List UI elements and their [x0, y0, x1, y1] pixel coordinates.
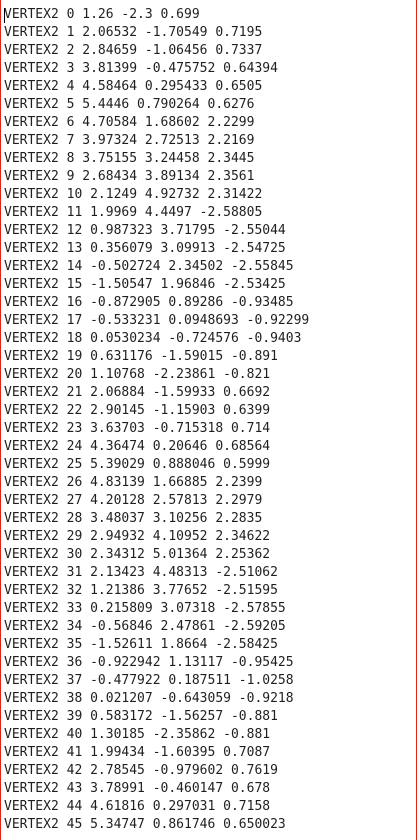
text-editor[interactable]: VERTEX2 0 1.26 -2.3 0.699 VERTEX2 1 2.06…: [0, 0, 417, 840]
text-line: VERTEX2 20 1.10768 -2.23861 -0.821: [4, 367, 271, 382]
text-line: VERTEX2 39 0.583172 -1.56257 -0.881: [4, 709, 278, 724]
text-line: VERTEX2 29 2.94932 4.10952 2.34622: [4, 529, 271, 544]
text-line: VERTEX2 24 4.36474 0.20646 0.68564: [4, 439, 271, 454]
text-line: VERTEX2 33 0.215809 3.07318 -2.57855: [4, 601, 286, 616]
text-line: VERTEX2 44 4.61816 0.297031 0.7158: [4, 799, 271, 814]
text-line: VERTEX2 16 -0.872905 0.89286 -0.93485: [4, 295, 294, 310]
text-line: VERTEX2 45 5.34747 0.861746 0.650023: [4, 817, 286, 832]
text-line: VERTEX2 22 2.90145 -1.15903 0.6399: [4, 403, 271, 418]
text-line: VERTEX2 30 2.34312 5.01364 2.25362: [4, 547, 271, 562]
text-line: VERTEX2 18 0.0530234 -0.724576 -0.9403: [4, 331, 302, 346]
text-line: VERTEX2 14 -0.502724 2.34502 -2.55845: [4, 259, 294, 274]
text-line: VERTEX2 25 5.39029 0.888046 0.5999: [4, 457, 271, 472]
text-line: VERTEX2 0 1.26 -2.3 0.699: [4, 7, 200, 22]
text-line: VERTEX2 21 2.06884 -1.59933 0.6692: [4, 385, 271, 400]
text-line: VERTEX2 13 0.356079 3.09913 -2.54725: [4, 241, 286, 256]
text-line: VERTEX2 12 0.987323 3.71795 -2.55044: [4, 223, 286, 238]
text-line: VERTEX2 7 3.97324 2.72513 2.2169: [4, 133, 255, 148]
text-line: VERTEX2 38 0.021207 -0.643059 -0.9218: [4, 691, 294, 706]
text-line: VERTEX2 11 1.9969 4.4497 -2.58805: [4, 205, 263, 220]
text-line: VERTEX2 42 2.78545 -0.979602 0.7619: [4, 763, 278, 778]
text-line: VERTEX2 31 2.13423 4.48313 -2.51062: [4, 565, 278, 580]
text-line: VERTEX2 43 3.78991 -0.460147 0.678: [4, 781, 271, 796]
text-line: VERTEX2 23 3.63703 -0.715318 0.714: [4, 421, 271, 436]
text-line: VERTEX2 4 4.58464 0.295433 0.6505: [4, 79, 263, 94]
text-line: VERTEX2 26 4.83139 1.66885 2.2399: [4, 475, 263, 490]
text-line: VERTEX2 28 3.48037 3.10256 2.2835: [4, 511, 263, 526]
text-line: VERTEX2 34 -0.56846 2.47861 -2.59205: [4, 619, 286, 634]
text-line: VERTEX2 32 1.21386 3.77652 -2.51595: [4, 583, 278, 598]
text-area[interactable]: VERTEX2 0 1.26 -2.3 0.699 VERTEX2 1 2.06…: [4, 6, 413, 840]
text-line: VERTEX2 36 -0.922942 1.13117 -0.95425: [4, 655, 294, 670]
text-caret: [4, 8, 5, 23]
text-line: VERTEX2 35 -1.52611 1.8664 -2.58425: [4, 637, 278, 652]
text-line: VERTEX2 41 1.99434 -1.60395 0.7087: [4, 745, 271, 760]
text-line: VERTEX2 19 0.631176 -1.59015 -0.891: [4, 349, 278, 364]
text-line: VERTEX2 2 2.84659 -1.06456 0.7337: [4, 43, 263, 58]
editor-left-border: [0, 0, 1, 840]
text-line: VERTEX2 10 2.1249 4.92732 2.31422: [4, 187, 263, 202]
text-line: VERTEX2 5 5.4446 0.790264 0.6276: [4, 97, 255, 112]
text-line: VERTEX2 1 2.06532 -1.70549 0.7195: [4, 25, 263, 40]
text-line: VERTEX2 6 4.70584 1.68602 2.2299: [4, 115, 255, 130]
text-line: VERTEX2 17 -0.533231 0.0948693 -0.92299: [4, 313, 310, 328]
text-line: VERTEX2 15 -1.50547 1.96846 -2.53425: [4, 277, 286, 292]
text-line: VERTEX2 40 1.30185 -2.35862 -0.881: [4, 727, 271, 742]
text-line: VERTEX2 9 2.68434 3.89134 2.3561: [4, 169, 255, 184]
text-line: VERTEX2 3 3.81399 -0.475752 0.64394: [4, 61, 278, 76]
text-line: VERTEX2 27 4.20128 2.57813 2.2979: [4, 493, 263, 508]
text-line: VERTEX2 8 3.75155 3.24458 2.3445: [4, 151, 255, 166]
text-line: VERTEX2 37 -0.477922 0.187511 -1.0258: [4, 673, 294, 688]
